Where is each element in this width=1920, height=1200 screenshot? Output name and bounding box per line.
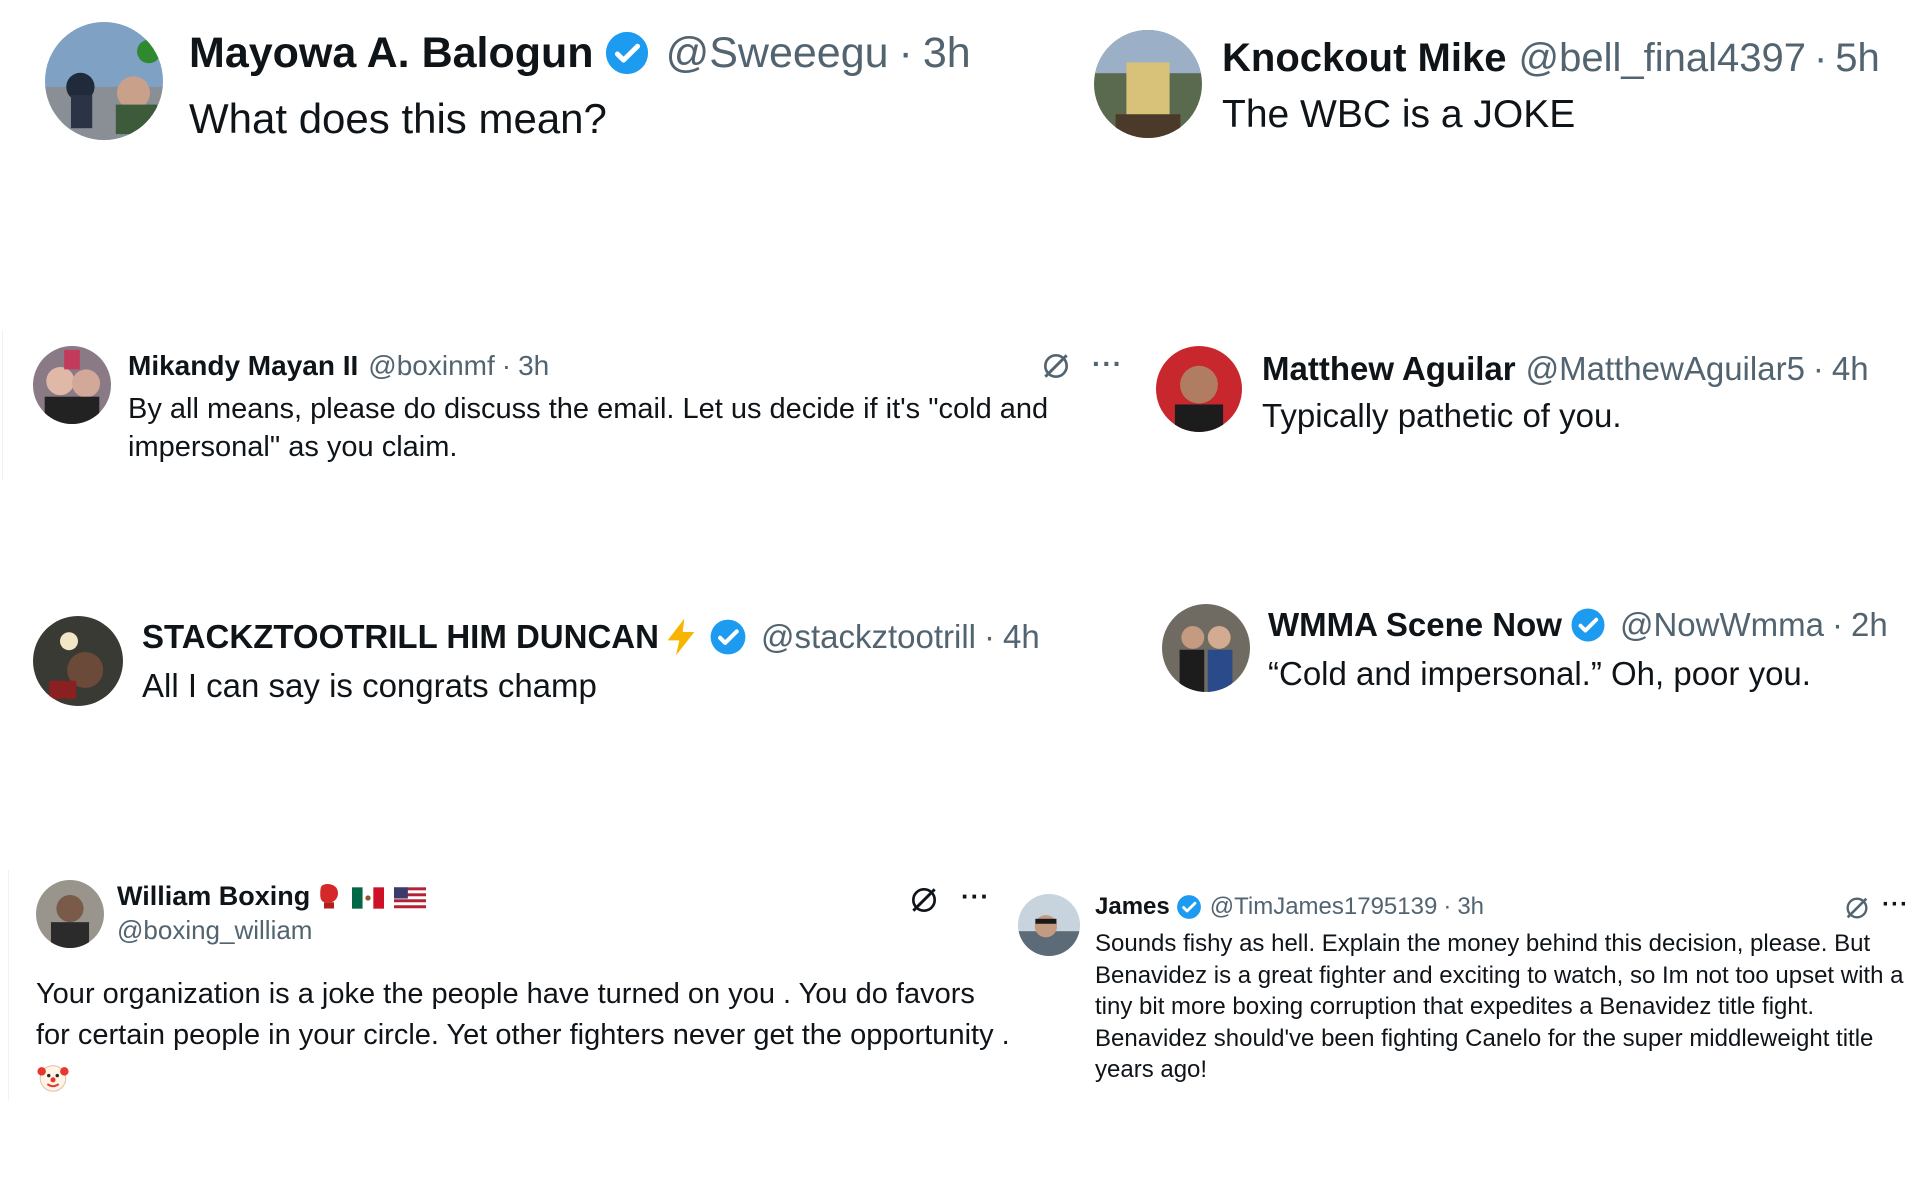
verified-badge-icon <box>1570 607 1606 643</box>
tweet-header: William Boxing <box>117 878 427 914</box>
grok-icon[interactable] <box>1040 350 1072 382</box>
avatar[interactable] <box>45 22 163 140</box>
user-handle[interactable]: @MatthewAguilar5 <box>1526 350 1805 388</box>
more-options-icon[interactable]: ··· <box>961 881 990 912</box>
more-options-icon[interactable]: ··· <box>1882 891 1909 919</box>
display-name[interactable]: Mikandy Mayan II <box>128 350 358 382</box>
more-options-icon[interactable]: ··· <box>1092 348 1123 380</box>
avatar[interactable] <box>1156 346 1242 432</box>
tweet-text: Typically pathetic of you. <box>1262 397 1622 434</box>
lightning-emoji <box>661 617 701 657</box>
tweet-header: Matthew Aguilar @MatthewAguilar5 · 4h <box>1262 350 1869 388</box>
display-name[interactable]: James <box>1095 893 1170 921</box>
timestamp[interactable]: 5h <box>1835 36 1880 81</box>
avatar[interactable] <box>1018 894 1080 956</box>
separator: · <box>984 618 996 655</box>
avatar[interactable] <box>1094 30 1202 138</box>
tweet-header: Mikandy Mayan II @boxinmf · 3h <box>128 350 549 382</box>
divider <box>8 870 9 1100</box>
display-name[interactable]: Mayowa A. Balogun <box>189 29 594 78</box>
user-handle[interactable]: @NowWmma <box>1620 606 1824 644</box>
timestamp[interactable]: 4h <box>1003 618 1040 656</box>
usa-flag-emoji <box>394 885 427 909</box>
tweet-text: By all means, please do discuss the emai… <box>128 393 1049 463</box>
user-handle[interactable]: @boxing_william <box>117 915 312 946</box>
tweet-header: Knockout Mike @bell_final4397 · 5h <box>1222 34 1880 82</box>
verified-badge-icon <box>1176 894 1202 920</box>
grok-icon[interactable] <box>1843 894 1871 922</box>
grok-icon[interactable] <box>908 884 940 916</box>
avatar[interactable] <box>1162 604 1250 692</box>
display-name[interactable]: Matthew Aguilar <box>1262 350 1516 388</box>
user-handle[interactable]: @TimJames1795139 <box>1210 893 1438 921</box>
separator: · <box>898 28 913 77</box>
timestamp[interactable]: 2h <box>1851 606 1888 644</box>
avatar[interactable] <box>33 346 111 424</box>
divider <box>2 330 3 480</box>
tweet-header: James @TimJames1795139 · 3h <box>1095 892 1484 922</box>
display-name[interactable]: William Boxing <box>117 881 310 912</box>
separator: · <box>1831 606 1843 643</box>
separator: · <box>1812 350 1824 387</box>
separator: · <box>1813 35 1828 80</box>
tweet-text: The WBC is a JOKE <box>1222 93 1576 136</box>
tweet-header: STACKZTOOTRILL HIM DUNCAN @stackztootril… <box>142 617 1040 657</box>
display-name[interactable]: WMMA Scene Now <box>1268 606 1562 644</box>
mexico-flag-emoji <box>352 885 385 909</box>
timestamp[interactable]: 3h <box>923 29 971 78</box>
timestamp[interactable]: 3h <box>518 350 549 382</box>
user-handle[interactable]: @Sweeegu <box>666 29 889 78</box>
tweet-header: Mayowa A. Balogun @Sweeegu · 3h <box>189 28 971 78</box>
boxing-glove-emoji <box>314 881 344 911</box>
verified-badge-icon <box>709 618 747 656</box>
tweet-header: WMMA Scene Now @NowWmma · 2h <box>1268 606 1888 644</box>
timestamp[interactable]: 4h <box>1832 350 1869 388</box>
tweet-text: Your organization is a joke the people h… <box>36 974 1011 1097</box>
tweet-text: Sounds fishy as hell. Explain the money … <box>1095 930 1904 1083</box>
avatar[interactable] <box>36 880 104 948</box>
separator: · <box>501 350 512 381</box>
tweet-text: “Cold and impersonal.” Oh, poor you. <box>1268 655 1811 692</box>
separator: · <box>1443 893 1452 920</box>
tweet-text: What does this mean? <box>189 95 607 142</box>
display-name[interactable]: STACKZTOOTRILL HIM DUNCAN <box>142 618 659 656</box>
avatar[interactable] <box>33 616 123 706</box>
display-name[interactable]: Knockout Mike <box>1222 36 1506 81</box>
verified-badge-icon <box>604 30 650 76</box>
clown-emoji <box>36 1060 70 1094</box>
tweet-text: All I can say is congrats champ <box>142 667 597 704</box>
user-handle[interactable]: @boxinmf <box>368 350 494 382</box>
user-handle[interactable]: @bell_final4397 <box>1518 36 1805 81</box>
tweet-text-content: Your organization is a joke the people h… <box>36 978 1010 1051</box>
user-handle[interactable]: @stackztootrill <box>761 618 976 656</box>
timestamp[interactable]: 3h <box>1457 893 1484 921</box>
